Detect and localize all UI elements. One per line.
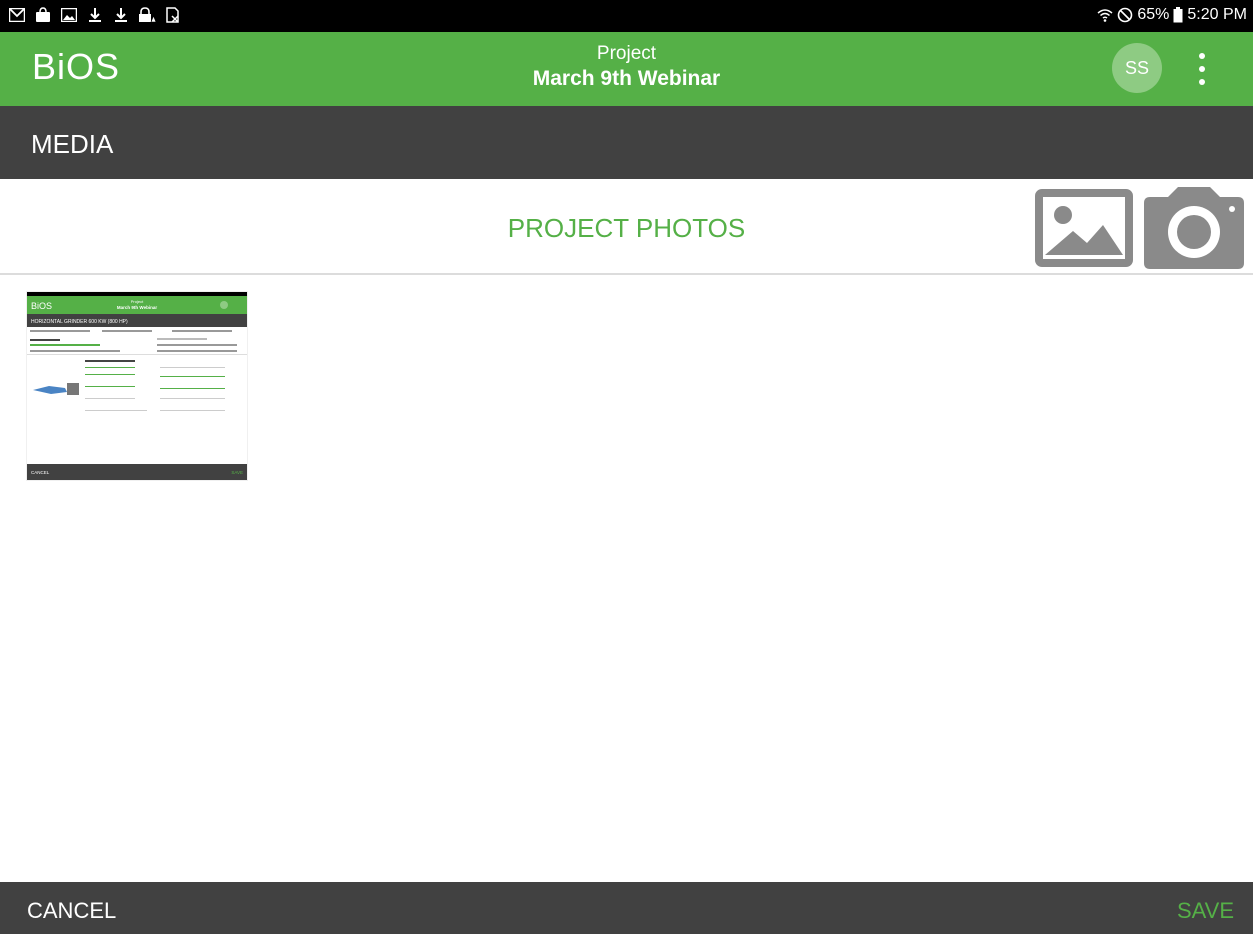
project-subtitle: Project: [596, 43, 657, 64]
cancel-button[interactable]: CANCEL: [27, 898, 116, 924]
gallery-icon[interactable]: [1035, 189, 1133, 267]
section-title: MEDIA: [31, 129, 114, 159]
project-title-block: Project March 9th Webinar: [0, 42, 1253, 92]
notification-icons: [8, 6, 182, 24]
download-icon: [112, 6, 130, 24]
system-status: 65% 5:20 PM: [1097, 6, 1247, 24]
status-bar: 65% 5:20 PM: [0, 0, 1253, 32]
battery-icon: [1173, 7, 1183, 23]
app-bar: BiOS Project March 9th Webinar SS: [0, 32, 1253, 106]
shopping-bag-icon: [34, 6, 52, 24]
bottom-action-bar: CANCEL SAVE: [0, 882, 1253, 934]
gmail-icon: [8, 6, 26, 24]
photo-thumbnail[interactable]: BiOS Project March 9th Webinar HORIZONTA…: [27, 292, 247, 480]
clock: 5:20 PM: [1187, 6, 1247, 23]
lock-warning-icon: [138, 6, 156, 24]
section-header: MEDIA: [0, 106, 1253, 179]
thumb-save: SAVE: [231, 470, 243, 475]
camera-icon[interactable]: [1144, 187, 1244, 269]
project-title: March 9th Webinar: [532, 67, 721, 90]
thumb-subtitle: Project: [131, 299, 144, 304]
thumb-cancel: CANCEL: [31, 470, 50, 475]
thumb-section: HORIZONTAL GRINDER 600 KW (800 HP): [31, 319, 128, 325]
thumb-title: March 9th Webinar: [117, 305, 157, 310]
no-sim-icon: [164, 6, 182, 24]
thumb-logo: BiOS: [31, 301, 52, 311]
battery-percent: 65%: [1137, 6, 1170, 23]
project-photos-header: PROJECT PHOTOS: [0, 179, 1253, 275]
image-icon: [60, 6, 78, 24]
download-icon: [86, 6, 104, 24]
do-not-disturb-icon: [1117, 7, 1133, 23]
save-button[interactable]: SAVE: [1177, 898, 1234, 924]
user-avatar[interactable]: SS: [1112, 43, 1162, 93]
more-options-icon[interactable]: [1189, 53, 1215, 85]
wifi-icon: [1097, 8, 1113, 22]
